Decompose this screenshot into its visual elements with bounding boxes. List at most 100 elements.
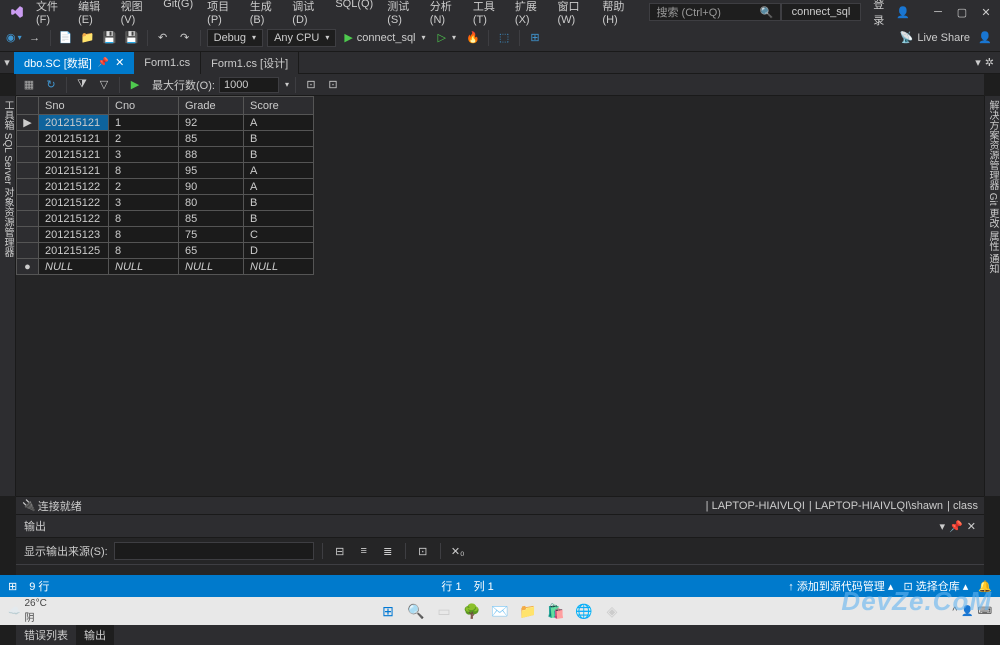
- max-rows-dropdown-icon[interactable]: ▾: [285, 80, 289, 89]
- cell-grade[interactable]: 75: [179, 227, 244, 243]
- build-config-dropdown[interactable]: Debug▾: [207, 29, 263, 47]
- cell-score[interactable]: A: [244, 115, 314, 131]
- weather-widget[interactable]: ☁️ 26°C 阴: [8, 598, 47, 624]
- notification-bell-icon[interactable]: 🔔: [978, 580, 992, 593]
- menu-item-3[interactable]: Git(G): [157, 0, 199, 29]
- table-row[interactable]: 201215121895A: [17, 163, 314, 179]
- nav-forward-button[interactable]: →: [26, 29, 44, 47]
- redo-button[interactable]: ↷: [176, 29, 194, 47]
- cell-score[interactable]: A: [244, 163, 314, 179]
- cell-sno[interactable]: 201215121: [39, 115, 109, 131]
- login-button[interactable]: 登录: [869, 0, 888, 30]
- cell-sno[interactable]: 201215125: [39, 243, 109, 259]
- table-row[interactable]: 201215122380B: [17, 195, 314, 211]
- row-selector[interactable]: [17, 211, 39, 227]
- tab-close-button[interactable]: ✕: [115, 56, 124, 69]
- add-source-control-button[interactable]: ↑ 添加到源代码管理 ▴: [788, 578, 893, 594]
- tab-overflow-button[interactable]: ▾: [975, 56, 981, 69]
- left-tool-strip[interactable]: 工具箱 SQL Server 对象资源管理器: [0, 96, 16, 496]
- cell-sno[interactable]: 201215123: [39, 227, 109, 243]
- app-icon-1[interactable]: 🌳: [462, 601, 482, 621]
- platform-dropdown[interactable]: Any CPU▾: [267, 29, 336, 47]
- cell-cno[interactable]: 2: [109, 131, 179, 147]
- cell-score[interactable]: B: [244, 195, 314, 211]
- column-header-sno[interactable]: Sno: [39, 97, 109, 115]
- row-selector[interactable]: [17, 131, 39, 147]
- table-row[interactable]: ●NULLNULLNULLNULL: [17, 259, 314, 275]
- row-selector[interactable]: ▶: [17, 115, 39, 131]
- taskbar-search-icon[interactable]: 🔍: [406, 601, 426, 621]
- tray-chevron-icon[interactable]: ^: [952, 606, 957, 617]
- document-tab-0[interactable]: dbo.SC [数据]📌✕: [14, 52, 134, 74]
- table-row[interactable]: 201215122885B: [17, 211, 314, 227]
- cell-cno[interactable]: 3: [109, 147, 179, 163]
- start-nodebug-button[interactable]: ▷▾: [434, 31, 460, 44]
- menu-item-7[interactable]: SQL(Q): [329, 0, 379, 29]
- mail-icon[interactable]: ✉️: [490, 601, 510, 621]
- cell-sno[interactable]: 201215122: [39, 211, 109, 227]
- cell-cno[interactable]: 8: [109, 211, 179, 227]
- admin-icon[interactable]: 👤: [976, 29, 994, 47]
- menu-item-2[interactable]: 视图(V): [115, 0, 156, 29]
- error-list-tab[interactable]: 错误列表: [16, 625, 76, 645]
- output-btn-3[interactable]: ≣: [379, 542, 397, 560]
- cell-grade[interactable]: 88: [179, 147, 244, 163]
- column-header-score[interactable]: Score: [244, 97, 314, 115]
- cell-score[interactable]: C: [244, 227, 314, 243]
- explorer-icon[interactable]: 📁: [518, 601, 538, 621]
- menu-item-13[interactable]: 帮助(H): [596, 0, 637, 29]
- table-row[interactable]: 201215121285B: [17, 131, 314, 147]
- new-project-icon[interactable]: 📄: [57, 29, 75, 47]
- undo-button[interactable]: ↶: [154, 29, 172, 47]
- tab-dropdown-button[interactable]: ▾: [0, 56, 14, 69]
- document-tab-2[interactable]: Form1.cs [设计]: [201, 52, 299, 74]
- cell-sno[interactable]: 201215121: [39, 163, 109, 179]
- cell-sno[interactable]: NULL: [39, 259, 109, 275]
- cell-sno[interactable]: 201215121: [39, 147, 109, 163]
- cell-score[interactable]: B: [244, 211, 314, 227]
- hot-reload-icon[interactable]: 🔥: [464, 29, 482, 47]
- person-icon[interactable]: 👤: [896, 6, 910, 19]
- cell-sno[interactable]: 201215122: [39, 195, 109, 211]
- cell-grade[interactable]: 65: [179, 243, 244, 259]
- row-selector[interactable]: [17, 227, 39, 243]
- row-selector[interactable]: [17, 179, 39, 195]
- output-btn-4[interactable]: ⊡: [414, 542, 432, 560]
- start-button[interactable]: ⊞: [378, 601, 398, 621]
- minimize-button[interactable]: ─: [928, 3, 948, 21]
- menu-item-4[interactable]: 项目(P): [201, 0, 242, 29]
- vs-taskbar-icon[interactable]: ◈: [602, 601, 622, 621]
- project-name-badge[interactable]: connect_sql: [781, 3, 862, 21]
- cell-score[interactable]: D: [244, 243, 314, 259]
- menu-item-10[interactable]: 工具(T): [467, 0, 507, 29]
- table-row[interactable]: 201215123875C: [17, 227, 314, 243]
- right-tool-strip[interactable]: 解决方案资源管理器 Git 更改 属性 通知: [984, 96, 1000, 496]
- cell-cno[interactable]: 8: [109, 227, 179, 243]
- filter-icon[interactable]: ⧩: [73, 76, 91, 94]
- save-all-icon[interactable]: 💾: [123, 29, 141, 47]
- close-button[interactable]: ✕: [976, 3, 996, 21]
- table-row[interactable]: ▶201215121192A: [17, 115, 314, 131]
- output-btn-1[interactable]: ⊟: [331, 542, 349, 560]
- sort-icon[interactable]: ▽: [95, 76, 113, 94]
- cell-cno[interactable]: 2: [109, 179, 179, 195]
- nav-back-button[interactable]: ◉▾: [6, 31, 22, 44]
- row-selector[interactable]: [17, 243, 39, 259]
- menu-item-11[interactable]: 扩展(X): [509, 0, 550, 29]
- menu-item-1[interactable]: 编辑(E): [72, 0, 113, 29]
- menu-item-0[interactable]: 文件(F): [30, 0, 70, 29]
- menu-item-8[interactable]: 测试(S): [381, 0, 422, 29]
- output-maximize-button[interactable]: 📌: [949, 520, 963, 533]
- cell-score[interactable]: NULL: [244, 259, 314, 275]
- cell-cno[interactable]: 3: [109, 195, 179, 211]
- cell-cno[interactable]: 8: [109, 163, 179, 179]
- table-row[interactable]: 201215125865D: [17, 243, 314, 259]
- cell-cno[interactable]: NULL: [109, 259, 179, 275]
- edge-icon[interactable]: 🌐: [574, 601, 594, 621]
- cell-score[interactable]: B: [244, 131, 314, 147]
- reload-icon[interactable]: ↻: [42, 76, 60, 94]
- pin-icon[interactable]: 📌: [98, 57, 109, 68]
- tab-options-button[interactable]: ✲: [985, 56, 994, 69]
- cell-grade[interactable]: 80: [179, 195, 244, 211]
- refresh-icon[interactable]: ▦: [20, 76, 38, 94]
